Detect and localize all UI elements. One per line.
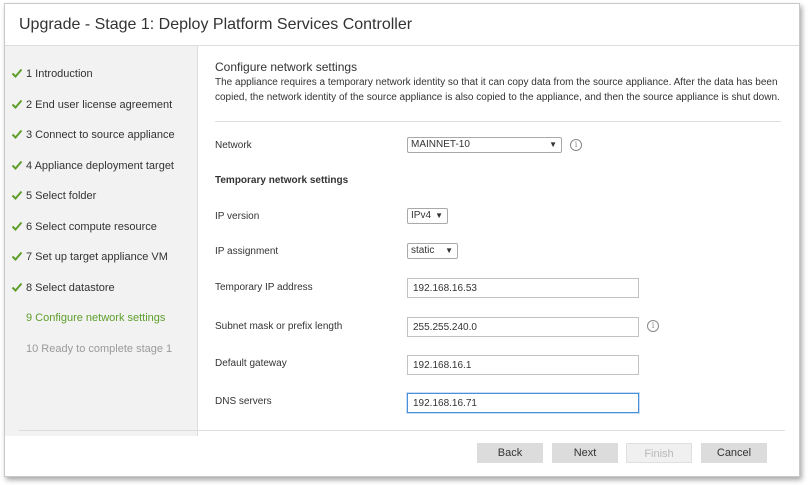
ip-version-value: IPv4 [411,210,432,221]
temp-ip-input[interactable]: 192.168.16.53 [407,278,639,298]
network-select[interactable]: MAINNET-10 ▼ [407,137,562,153]
back-button[interactable]: Back [477,443,543,463]
gateway-input[interactable]: 192.168.16.1 [407,355,639,375]
network-info-icon[interactable]: i [570,139,582,151]
check-icon [11,68,23,78]
step-label: 2 End user license agreement [26,99,173,111]
next-button[interactable]: Next [552,443,618,463]
step-label: 6 Select compute resource [26,221,157,233]
step-compute-resource[interactable]: 6 Select compute resource [11,218,157,236]
dns-label: DNS servers [215,396,272,407]
ip-assignment-value: static [411,245,435,256]
ip-assignment-label: IP assignment [215,246,279,257]
step-label: 8 Select datastore [26,282,115,294]
step-network-settings[interactable]: 9 Configure network settings [11,309,165,327]
dropdown-arrow-icon: ▼ [445,246,453,255]
step-connect-source[interactable]: 3 Connect to source appliance [11,126,175,144]
ip-assignment-select[interactable]: static ▼ [407,243,458,259]
step-eula[interactable]: 2 End user license agreement [11,96,172,114]
subnet-input[interactable]: 255.255.240.0 [407,317,639,337]
wizard-steps-sidebar: 1 Introduction 2 End user license agreem… [5,46,198,436]
step-datastore[interactable]: 8 Select datastore [11,279,115,297]
subnet-label: Subnet mask or prefix length [215,321,343,332]
dropdown-arrow-icon: ▼ [435,211,443,220]
description-divider [215,121,781,122]
step-label: 5 Select folder [26,190,97,202]
check-icon [11,129,23,139]
check-icon [11,221,23,231]
step-label: 3 Connect to source appliance [26,129,175,141]
step-label: 7 Set up target appliance VM [26,251,168,263]
check-icon [11,251,23,261]
subnet-info-icon[interactable]: i [647,320,659,332]
step-label: 9 Configure network settings [26,312,166,324]
cancel-button[interactable]: Cancel [701,443,767,463]
step-ready-complete: 10 Ready to complete stage 1 [11,340,172,358]
finish-button[interactable]: Finish [626,443,692,463]
check-icon [11,99,23,109]
section-description: The appliance requires a temporary netwo… [215,77,780,103]
footer-divider [19,430,785,431]
dns-input[interactable]: 192.168.16.71 [407,393,639,413]
main-panel: Configure network settings The appliance… [198,46,800,436]
ip-version-label: IP version [215,211,260,222]
upgrade-wizard-dialog: Upgrade - Stage 1: Deploy Platform Servi… [4,3,800,477]
step-label: 4 Appliance deployment target [26,160,174,172]
dialog-title: Upgrade - Stage 1: Deploy Platform Servi… [19,16,413,33]
dropdown-arrow-icon: ▼ [549,140,557,149]
step-label: 1 Introduction [26,68,93,80]
step-label: 10 Ready to complete stage 1 [26,343,173,355]
ip-version-select[interactable]: IPv4 ▼ [407,208,448,224]
step-introduction[interactable]: 1 Introduction [11,65,93,83]
check-icon [11,190,23,200]
check-icon [11,282,23,292]
step-select-folder[interactable]: 5 Select folder [11,187,96,205]
network-select-value: MAINNET-10 [411,139,470,150]
step-deployment-target[interactable]: 4 Appliance deployment target [11,157,174,175]
step-target-vm[interactable]: 7 Set up target appliance VM [11,248,168,266]
temp-network-heading: Temporary network settings [215,175,349,186]
section-title: Configure network settings [215,60,358,74]
temp-ip-label: Temporary IP address [215,282,313,293]
check-icon [11,160,23,170]
network-label: Network [215,140,252,151]
gateway-label: Default gateway [215,358,287,369]
